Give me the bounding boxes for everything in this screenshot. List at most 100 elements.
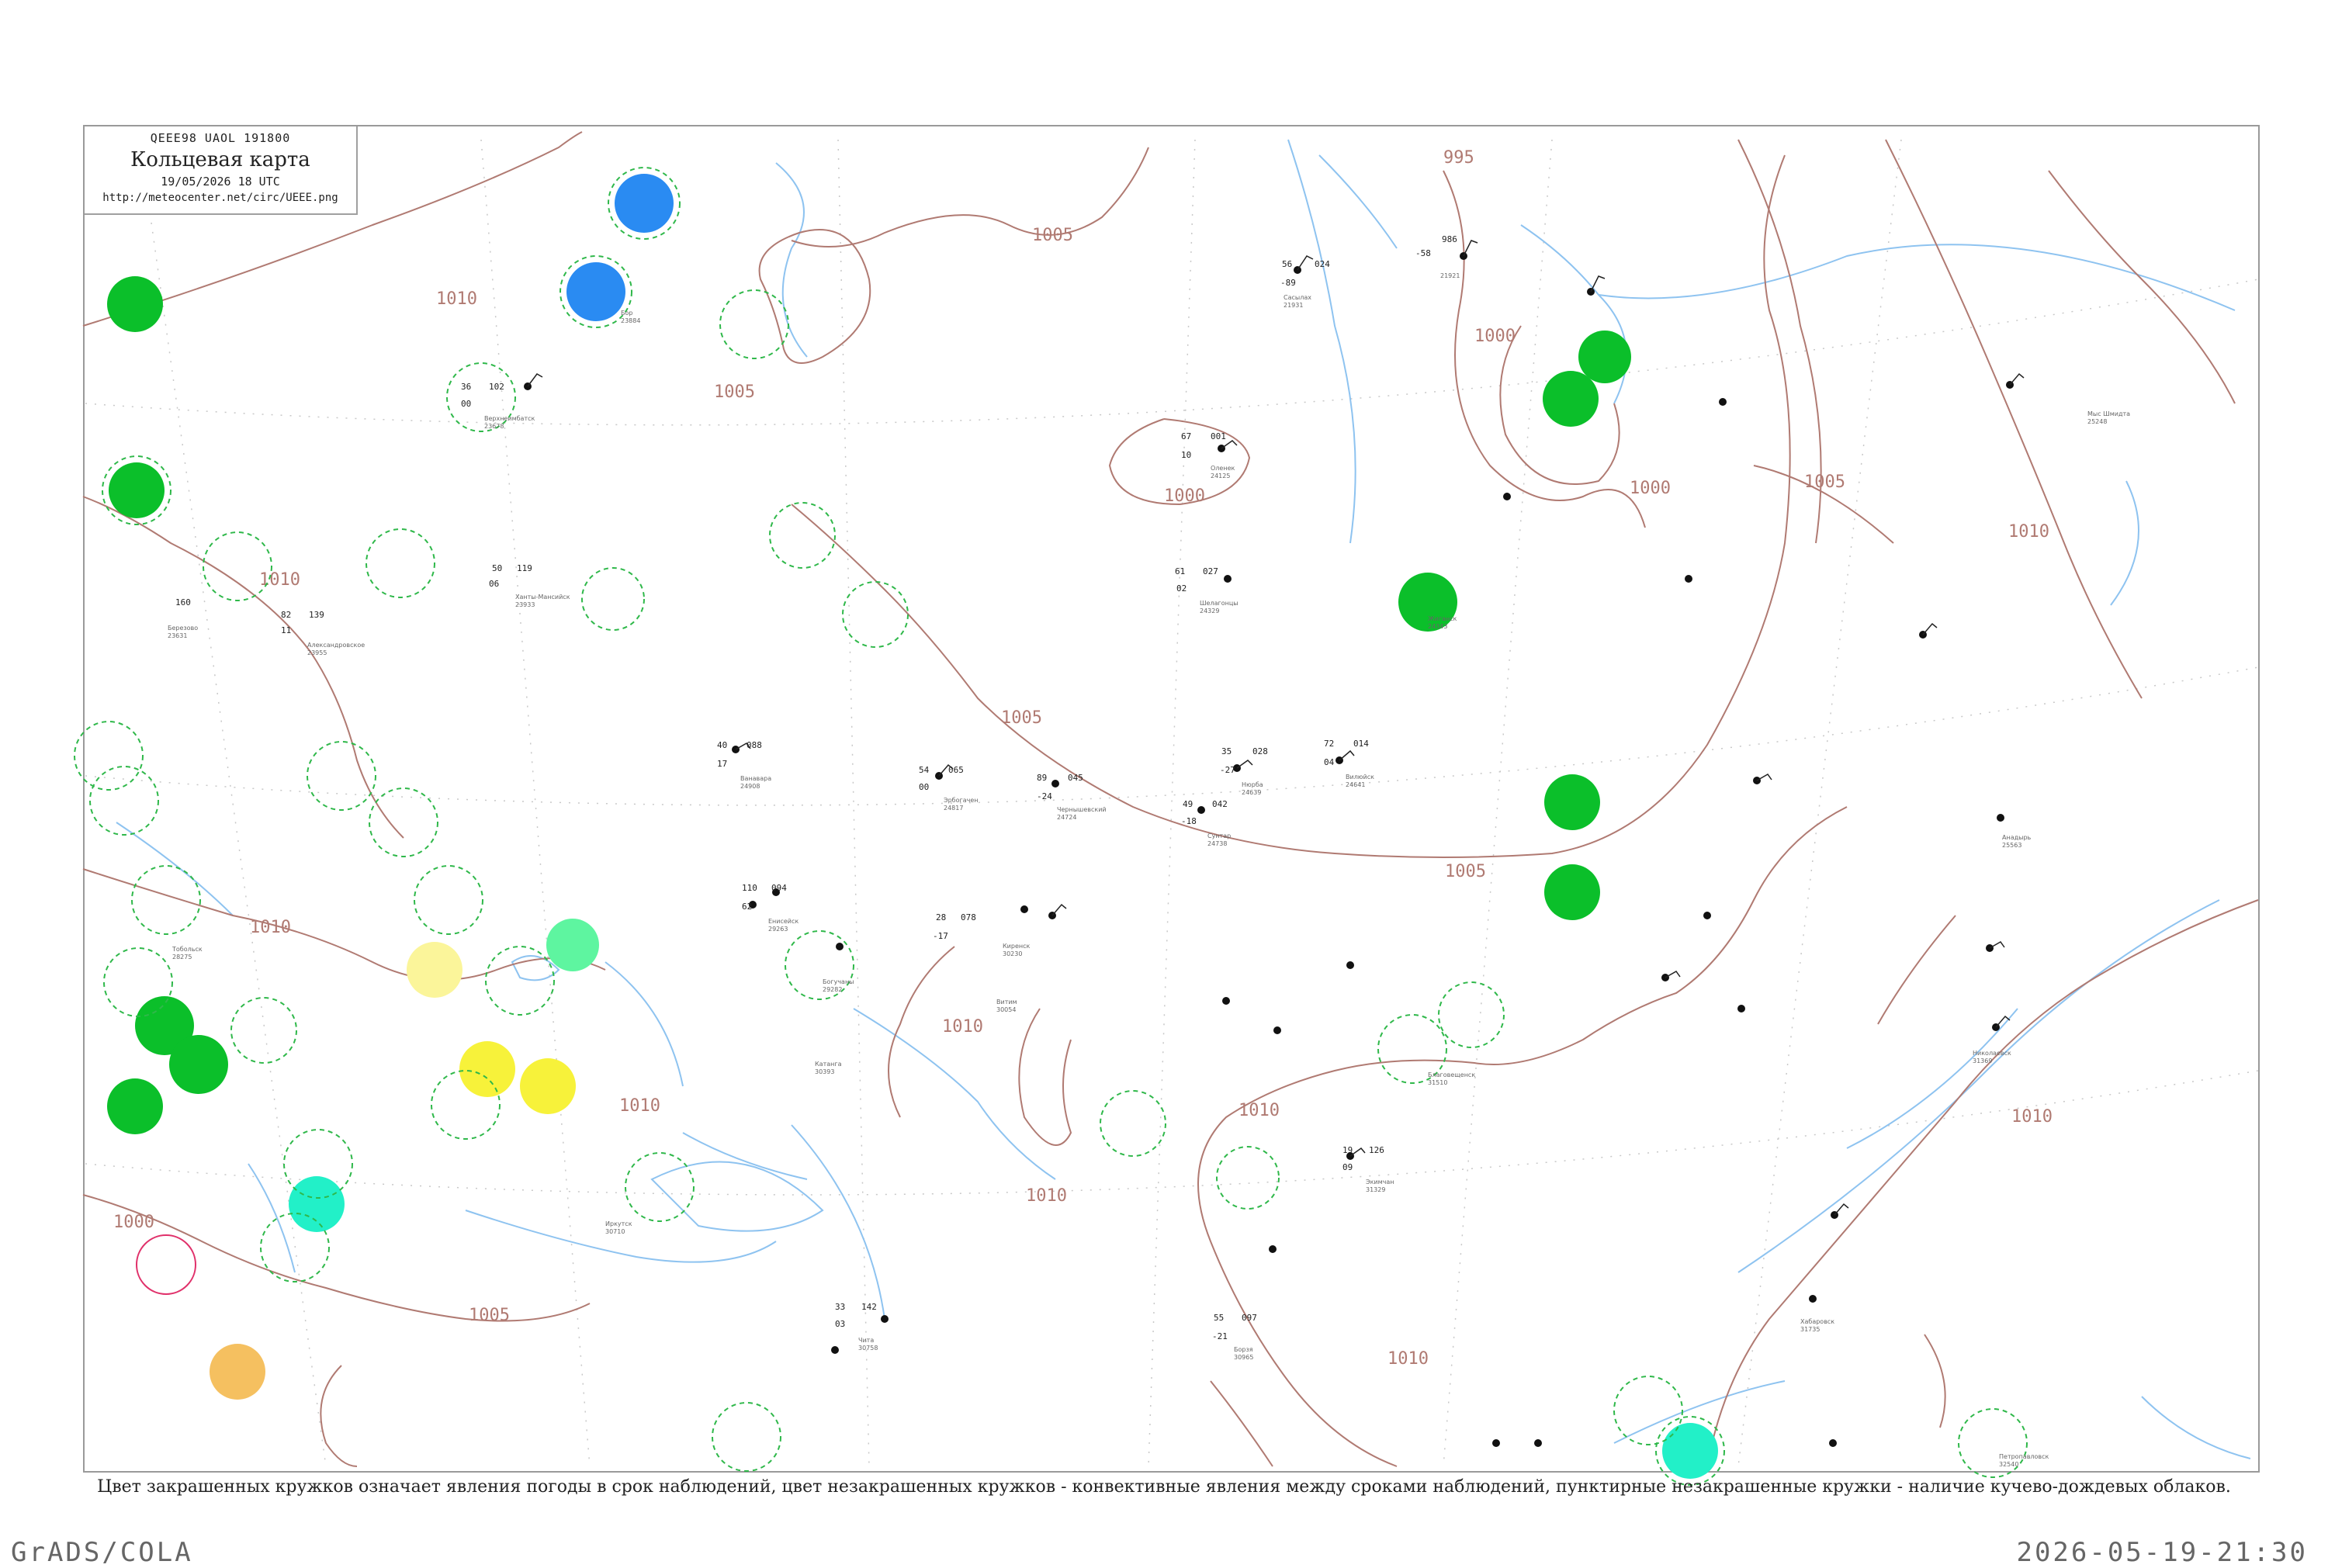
station-id: 29263 <box>768 926 788 933</box>
rain-circle[interactable] <box>1543 371 1599 427</box>
station-plot[interactable]: 54 065 00 Эрбогачен 24817 <box>919 765 978 812</box>
station-plot[interactable]: Николаевск 31369 <box>1973 1050 2011 1064</box>
station-plot[interactable]: 49 042 -18 Сунтар 24738 <box>1181 799 1231 847</box>
cb-cloud-circle[interactable] <box>1100 1090 1166 1157</box>
station-pressure: 119 <box>517 563 532 573</box>
station-pressure: 142 <box>861 1302 877 1312</box>
station-temp: 110 <box>742 883 757 893</box>
cb-cloud-circle[interactable] <box>485 946 555 1016</box>
cb-cloud-circle[interactable] <box>785 930 854 1000</box>
station-id: 24343 <box>1428 623 1447 630</box>
station-plot[interactable]: 35 028 -27 Нюрба 24639 <box>1220 746 1268 796</box>
cb-cloud-circle[interactable] <box>842 581 909 648</box>
station-plot[interactable]: 61 027 02 Шелагонцы 24329 <box>1175 566 1238 614</box>
isobar-label: 1010 <box>250 918 291 937</box>
rain-circle[interactable] <box>107 1078 163 1134</box>
station-temp: 61 <box>1175 566 1185 576</box>
rain-circle[interactable] <box>109 462 165 518</box>
cb-cloud-circle[interactable] <box>712 1402 781 1472</box>
station-plot[interactable]: Богучаны 29282 <box>823 978 854 993</box>
fog-circle[interactable] <box>520 1058 576 1114</box>
isobar-label: 1000 <box>1474 327 1516 346</box>
station-id: 31510 <box>1428 1079 1447 1086</box>
station-name: Витим <box>996 999 1017 1006</box>
shower-circle[interactable] <box>546 919 599 971</box>
station-name: Чернышевский <box>1057 806 1107 813</box>
fog-circle[interactable] <box>459 1041 515 1097</box>
thunder-circle[interactable] <box>136 1234 196 1295</box>
station-dewpoint: -89 <box>1280 278 1296 288</box>
station-id: 25248 <box>2087 418 2107 425</box>
isobar-labels: 995 1000 1000 1000 1000 1005 1005 1005 1… <box>113 148 2053 1369</box>
cb-cloud-circle[interactable] <box>103 947 173 1017</box>
station-plot[interactable]: 50 119 06 Ханты-Мансийск 23933 <box>489 563 570 608</box>
cb-cloud-circle[interactable] <box>307 741 376 811</box>
station-plot[interactable]: Анадырь 25563 <box>2002 834 2032 849</box>
map-url[interactable]: http://meteocenter.net/circ/UEEE.png <box>85 192 356 204</box>
station-name: Ванавара <box>740 775 771 782</box>
station-plot[interactable]: Благовещенск 31510 <box>1428 1071 1475 1086</box>
cb-cloud-circle[interactable] <box>581 567 645 631</box>
cb-cloud-circle[interactable] <box>1613 1376 1683 1445</box>
cb-cloud-circle[interactable] <box>369 787 438 857</box>
station-plot[interactable]: Витим 30054 <box>996 999 1017 1013</box>
isobar-label: 1010 <box>1387 1349 1429 1369</box>
station-plot[interactable]: 82 139 11 Александровское 23955 <box>281 610 365 656</box>
station-plot[interactable]: Жиганск 24343 <box>1428 615 1457 630</box>
station-plot[interactable]: 110 094 62 Енисейск 29263 <box>742 883 799 933</box>
station-plot[interactable]: 56 024 -89 Сасылах 21931 <box>1280 259 1330 309</box>
station-id: 23955 <box>307 649 327 656</box>
station-plot[interactable]: 72 014 04 Вилюйск 24641 <box>1324 739 1374 788</box>
station-plot[interactable]: Бор 23884 <box>621 310 640 324</box>
cb-cloud-circle[interactable] <box>365 528 435 598</box>
station-name: Благовещенск <box>1428 1071 1475 1078</box>
rain-circle[interactable] <box>1544 774 1600 830</box>
station-pressure: 078 <box>961 912 976 922</box>
rain-circle[interactable] <box>107 276 163 332</box>
station-id: 21931 <box>1284 302 1303 309</box>
station-name: Катанга <box>815 1061 842 1068</box>
station-plot[interactable]: 19 126 09 Экимчан 31329 <box>1342 1145 1394 1193</box>
haze-circle[interactable] <box>407 942 462 998</box>
snow-circle[interactable] <box>566 262 625 321</box>
station-temp: 55 <box>1214 1313 1224 1323</box>
product-code: QEEE98 UAOL 191800 <box>150 131 291 145</box>
cb-cloud-circle[interactable] <box>1438 981 1505 1048</box>
station-id: 31369 <box>1973 1057 1992 1064</box>
station-plot[interactable]: 28 078 -17 Киренск 30230 <box>933 912 1031 957</box>
station-plot[interactable]: 986 -58 21921 <box>1415 234 1460 279</box>
station-plot[interactable]: Тобольск 28275 <box>171 946 203 961</box>
dust-circle[interactable] <box>210 1344 265 1400</box>
synoptic-map[interactable]: 995 1000 1000 1000 1000 1005 1005 1005 1… <box>0 0 2328 1552</box>
station-plot[interactable]: Хабаровск 31735 <box>1800 1318 1834 1333</box>
cb-cloud-circle[interactable] <box>230 997 297 1064</box>
station-plot[interactable]: 89 045 -24 Чернышевский 24724 <box>1037 773 1107 821</box>
station-plot[interactable]: Петропавловск 32540 <box>1999 1453 2049 1468</box>
station-plot[interactable]: 160 Березово 23631 <box>168 597 198 639</box>
station-dewpoint: 09 <box>1342 1162 1353 1172</box>
snow-circle[interactable] <box>615 174 674 233</box>
station-temp: 67 <box>1181 431 1191 441</box>
station-plot[interactable]: Мыс Шмидта 25248 <box>2087 410 2130 425</box>
station-plot[interactable]: 33 142 03 Чита 30758 <box>835 1302 878 1352</box>
shower-circle[interactable] <box>289 1176 345 1232</box>
station-dewpoint: 00 <box>919 782 929 792</box>
rain-circle[interactable] <box>1578 331 1631 383</box>
station-name: Александровское <box>307 642 365 649</box>
station-plot[interactable]: Катанга 30393 <box>815 1061 842 1075</box>
weather-circles <box>102 167 1725 1486</box>
station-plot[interactable]: 67 001 10 Оленек 24125 <box>1181 431 1235 479</box>
cb-cloud-circle[interactable] <box>1216 1146 1280 1210</box>
cb-cloud-circle[interactable] <box>89 766 159 836</box>
cb-cloud-circle[interactable] <box>74 721 144 791</box>
station-plot[interactable]: 40 088 17 Ванавара 24908 <box>717 740 771 790</box>
cb-cloud-circle[interactable] <box>414 865 483 935</box>
station-plot[interactable]: 55 097 -21 Борзя 30965 <box>1212 1313 1257 1361</box>
rain-circle[interactable] <box>169 1035 228 1094</box>
station-plot[interactable]: 36 102 00 Верхнеимбатск 23678 <box>461 382 535 430</box>
shower-circle[interactable] <box>1662 1423 1718 1479</box>
station-name: Березово <box>168 625 198 632</box>
rain-circle[interactable] <box>1544 864 1600 920</box>
station-name: Хабаровск <box>1800 1318 1834 1325</box>
station-plot[interactable]: Иркутск 30710 <box>605 1220 632 1235</box>
